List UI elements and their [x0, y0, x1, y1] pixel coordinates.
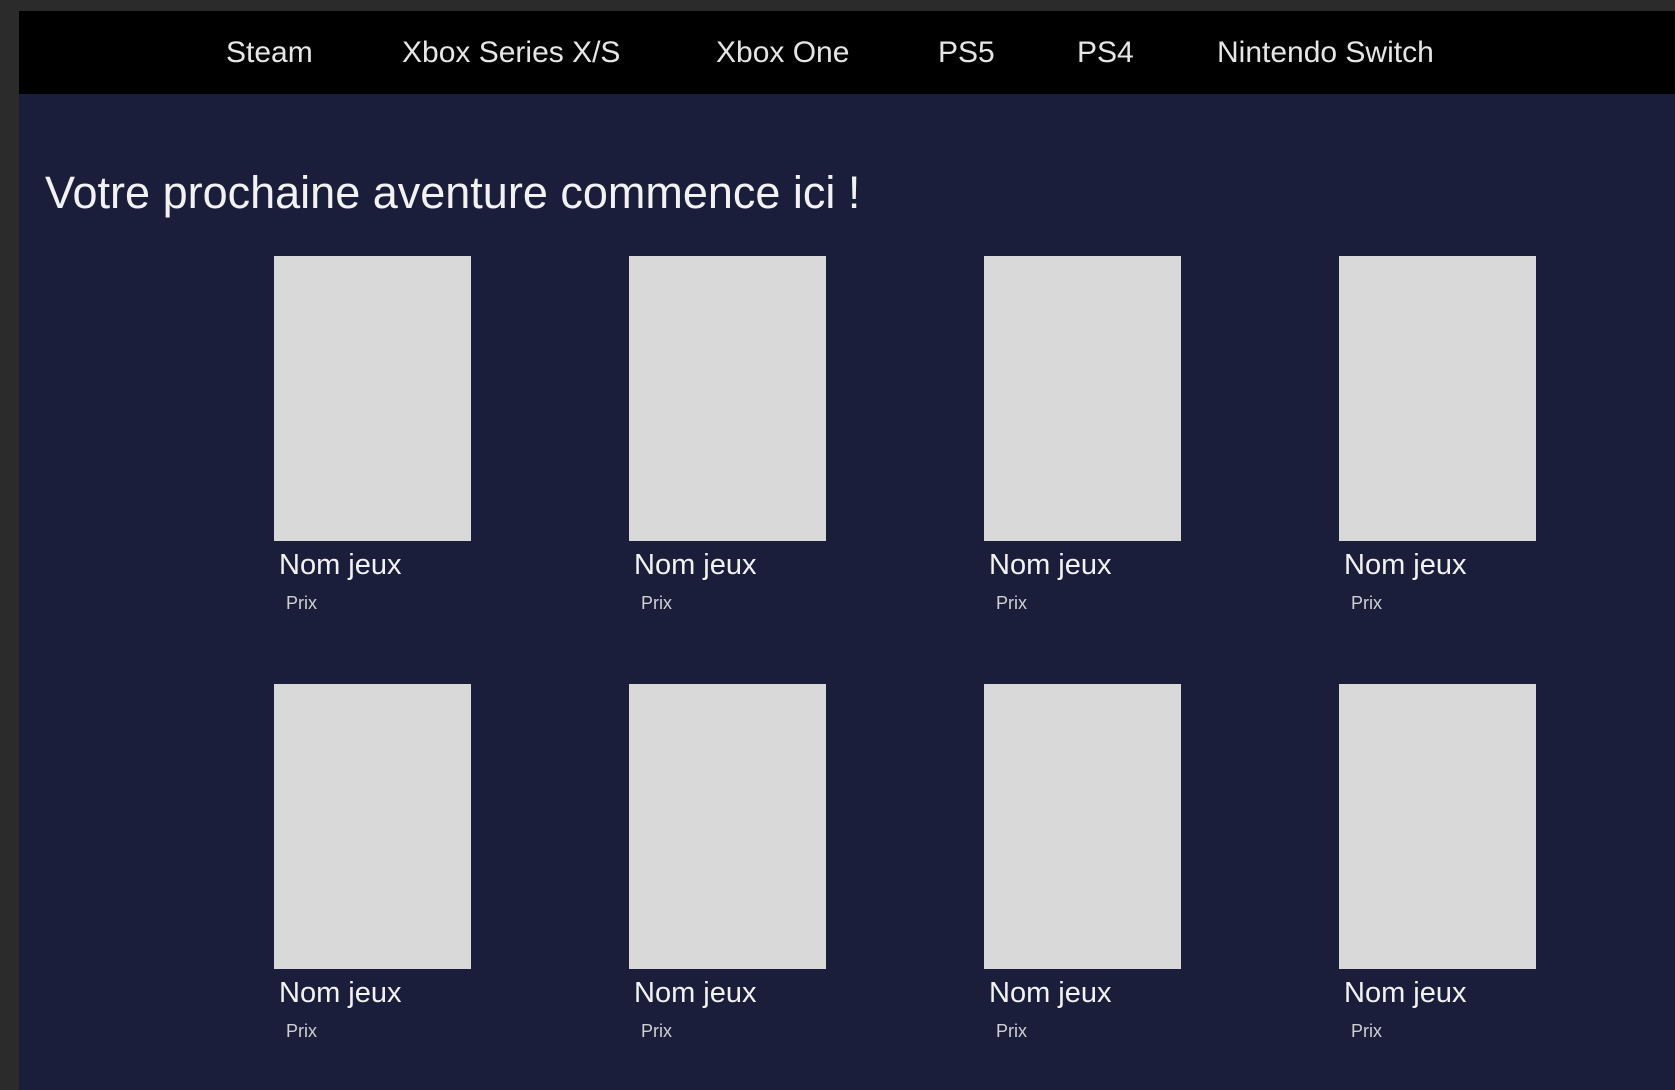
nav-item-xbox-series[interactable]: Xbox Series X/S	[402, 11, 620, 94]
game-card[interactable]: Nom jeux Prix	[629, 256, 829, 626]
game-cover-placeholder[interactable]	[984, 256, 1181, 541]
game-card[interactable]: Nom jeux Prix	[1339, 256, 1539, 626]
game-name[interactable]: Nom jeux	[1344, 549, 1467, 582]
game-price: Prix	[286, 1021, 317, 1041]
game-card[interactable]: Nom jeux Prix	[984, 256, 1184, 626]
game-card[interactable]: Nom jeux Prix	[274, 684, 474, 1054]
page-headline: Votre prochaine aventure commence ici !	[45, 167, 861, 218]
game-price: Prix	[1351, 1021, 1382, 1041]
game-cover-placeholder[interactable]	[274, 684, 471, 969]
game-cover-placeholder[interactable]	[629, 256, 826, 541]
nav-item-steam[interactable]: Steam	[226, 11, 313, 94]
game-name[interactable]: Nom jeux	[1344, 977, 1467, 1010]
game-price: Prix	[641, 593, 672, 613]
game-cover-placeholder[interactable]	[274, 256, 471, 541]
game-price: Prix	[1351, 593, 1382, 613]
platform-navbar: Steam Xbox Series X/S Xbox One PS5 PS4 N…	[19, 11, 1675, 94]
game-name[interactable]: Nom jeux	[279, 549, 402, 582]
nav-item-ps4[interactable]: PS4	[1077, 11, 1134, 94]
game-price: Prix	[286, 593, 317, 613]
game-price: Prix	[641, 1021, 672, 1041]
game-card[interactable]: Nom jeux Prix	[629, 684, 829, 1054]
game-card[interactable]: Nom jeux Prix	[984, 684, 1184, 1054]
game-price: Prix	[996, 1021, 1027, 1041]
game-cover-placeholder[interactable]	[1339, 684, 1536, 969]
game-cover-placeholder[interactable]	[629, 684, 826, 969]
game-name[interactable]: Nom jeux	[634, 549, 757, 582]
game-name[interactable]: Nom jeux	[989, 549, 1112, 582]
nav-item-xbox-one[interactable]: Xbox One	[716, 11, 849, 94]
game-name[interactable]: Nom jeux	[634, 977, 757, 1010]
game-name[interactable]: Nom jeux	[989, 977, 1112, 1010]
game-cover-placeholder[interactable]	[1339, 256, 1536, 541]
game-card[interactable]: Nom jeux Prix	[1339, 684, 1539, 1054]
game-name[interactable]: Nom jeux	[279, 977, 402, 1010]
app-page: Steam Xbox Series X/S Xbox One PS5 PS4 N…	[19, 11, 1675, 1090]
nav-item-nintendo-switch[interactable]: Nintendo Switch	[1217, 11, 1434, 94]
game-card[interactable]: Nom jeux Prix	[274, 256, 474, 626]
window-frame: Steam Xbox Series X/S Xbox One PS5 PS4 N…	[0, 0, 1675, 1090]
game-price: Prix	[996, 593, 1027, 613]
nav-item-ps5[interactable]: PS5	[938, 11, 995, 94]
game-cover-placeholder[interactable]	[984, 684, 1181, 969]
